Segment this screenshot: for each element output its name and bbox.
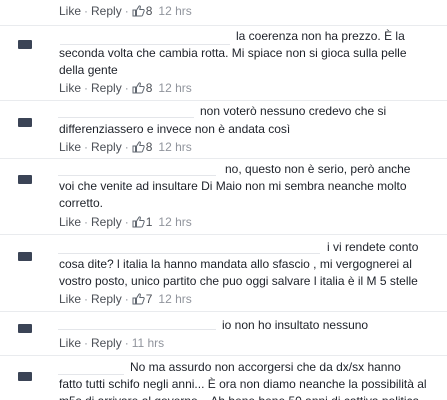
comment-text-line: m5s di arrivare al governo... Ah bene be… bbox=[59, 392, 419, 400]
comment-actions: Like · Reply · 8 12 hrs bbox=[59, 4, 192, 18]
reply-link[interactable]: Reply bbox=[91, 215, 122, 229]
comment-timestamp[interactable]: 11 hrs bbox=[132, 336, 164, 350]
comment-text-line: io non ho insultato nessuno bbox=[222, 318, 369, 332]
divider bbox=[0, 158, 447, 159]
comment-actions: Like · Reply · 7 12 hrs bbox=[59, 292, 192, 306]
separator-dot: · bbox=[84, 215, 89, 229]
comment-text-line: cosa dite? l italia la hanno mandata all… bbox=[59, 257, 412, 271]
reply-link[interactable]: Reply bbox=[91, 292, 122, 306]
reply-link[interactable]: Reply bbox=[91, 140, 122, 154]
like-link[interactable]: Like bbox=[59, 215, 81, 229]
like-count[interactable]: 1 bbox=[132, 215, 152, 229]
divider bbox=[0, 311, 447, 312]
separator-dot: · bbox=[124, 292, 129, 306]
thumbs-up-icon bbox=[132, 82, 145, 94]
comment-text-line: della gente bbox=[59, 63, 118, 77]
avatar[interactable] bbox=[18, 118, 32, 127]
comment-timestamp[interactable]: 12 hrs bbox=[158, 292, 191, 306]
comment-actions: Like · Reply · 8 12 hrs bbox=[59, 140, 192, 154]
thumbs-up-icon bbox=[132, 216, 145, 228]
avatar[interactable] bbox=[18, 175, 32, 184]
comment-actions: Like · Reply · 8 12 hrs bbox=[59, 81, 192, 95]
like-link[interactable]: Like bbox=[59, 81, 81, 95]
like-link[interactable]: Like bbox=[59, 336, 81, 350]
separator-dot: · bbox=[124, 336, 129, 350]
redacted-author-name bbox=[58, 363, 124, 375]
redacted-author-name bbox=[58, 106, 194, 118]
thumbs-up-icon bbox=[132, 293, 145, 305]
comment-text-line: i vi rendete conto bbox=[327, 240, 419, 254]
avatar[interactable] bbox=[18, 324, 32, 333]
comment-timestamp[interactable]: 12 hrs bbox=[158, 4, 191, 18]
reply-link[interactable]: Reply bbox=[91, 81, 122, 95]
like-count[interactable]: 7 bbox=[132, 292, 152, 306]
like-count[interactable]: 8 bbox=[132, 140, 152, 154]
comment-timestamp[interactable]: 12 hrs bbox=[158, 81, 191, 95]
comment-text-line: No ma assurdo non accorgersi che da dx/s… bbox=[130, 360, 401, 374]
comment-timestamp[interactable]: 12 hrs bbox=[158, 215, 191, 229]
divider bbox=[0, 100, 447, 101]
redacted-author-name bbox=[58, 164, 216, 176]
comment-text-line: la coerenza non ha prezzo. È la bbox=[236, 29, 405, 43]
separator-dot: · bbox=[84, 4, 89, 18]
comment-text-line: voi che venite ad insultare Di Maio non … bbox=[59, 179, 407, 193]
separator-dot: · bbox=[124, 81, 129, 95]
comment-text-line: seconda volta che cambia rotta. Mi spiac… bbox=[59, 46, 407, 60]
redacted-author-name bbox=[58, 318, 216, 330]
separator-dot: · bbox=[84, 292, 89, 306]
divider bbox=[0, 25, 447, 26]
separator-dot: · bbox=[84, 140, 89, 154]
separator-dot: · bbox=[124, 140, 129, 154]
comment-actions: Like · Reply · 11 hrs bbox=[59, 336, 164, 350]
avatar[interactable] bbox=[18, 40, 32, 49]
like-link[interactable]: Like bbox=[59, 140, 81, 154]
separator-dot: · bbox=[124, 215, 129, 229]
like-count[interactable]: 8 bbox=[132, 81, 152, 95]
comment-text-line: no, questo non è serio, però anche bbox=[225, 162, 411, 176]
divider bbox=[0, 355, 447, 356]
comment-text-line: corretto. bbox=[59, 196, 104, 210]
avatar[interactable] bbox=[18, 372, 32, 381]
comment-text-line: differenziassero e invece non è andata c… bbox=[59, 122, 291, 136]
separator-dot: · bbox=[84, 336, 89, 350]
comment-text-line: vostro posto, unico partito che puo oggi… bbox=[59, 274, 418, 288]
like-link[interactable]: Like bbox=[59, 4, 81, 18]
like-link[interactable]: Like bbox=[59, 292, 81, 306]
reply-link[interactable]: Reply bbox=[91, 4, 122, 18]
avatar[interactable] bbox=[18, 252, 32, 261]
comment-actions: Like · Reply · 1 12 hrs bbox=[59, 215, 192, 229]
comment-text-line: non voterò nessuno credevo che si bbox=[200, 104, 387, 118]
separator-dot: · bbox=[124, 4, 129, 18]
reply-link[interactable]: Reply bbox=[91, 336, 122, 350]
comment-text-line: fatto tutti schifo negli anni... È ora n… bbox=[59, 377, 427, 391]
comment-timestamp[interactable]: 12 hrs bbox=[158, 140, 191, 154]
redacted-author-name bbox=[58, 242, 320, 254]
thumbs-up-icon bbox=[132, 141, 145, 153]
like-count[interactable]: 8 bbox=[132, 4, 152, 18]
divider bbox=[0, 234, 447, 235]
separator-dot: · bbox=[84, 81, 89, 95]
thumbs-up-icon bbox=[132, 5, 145, 17]
